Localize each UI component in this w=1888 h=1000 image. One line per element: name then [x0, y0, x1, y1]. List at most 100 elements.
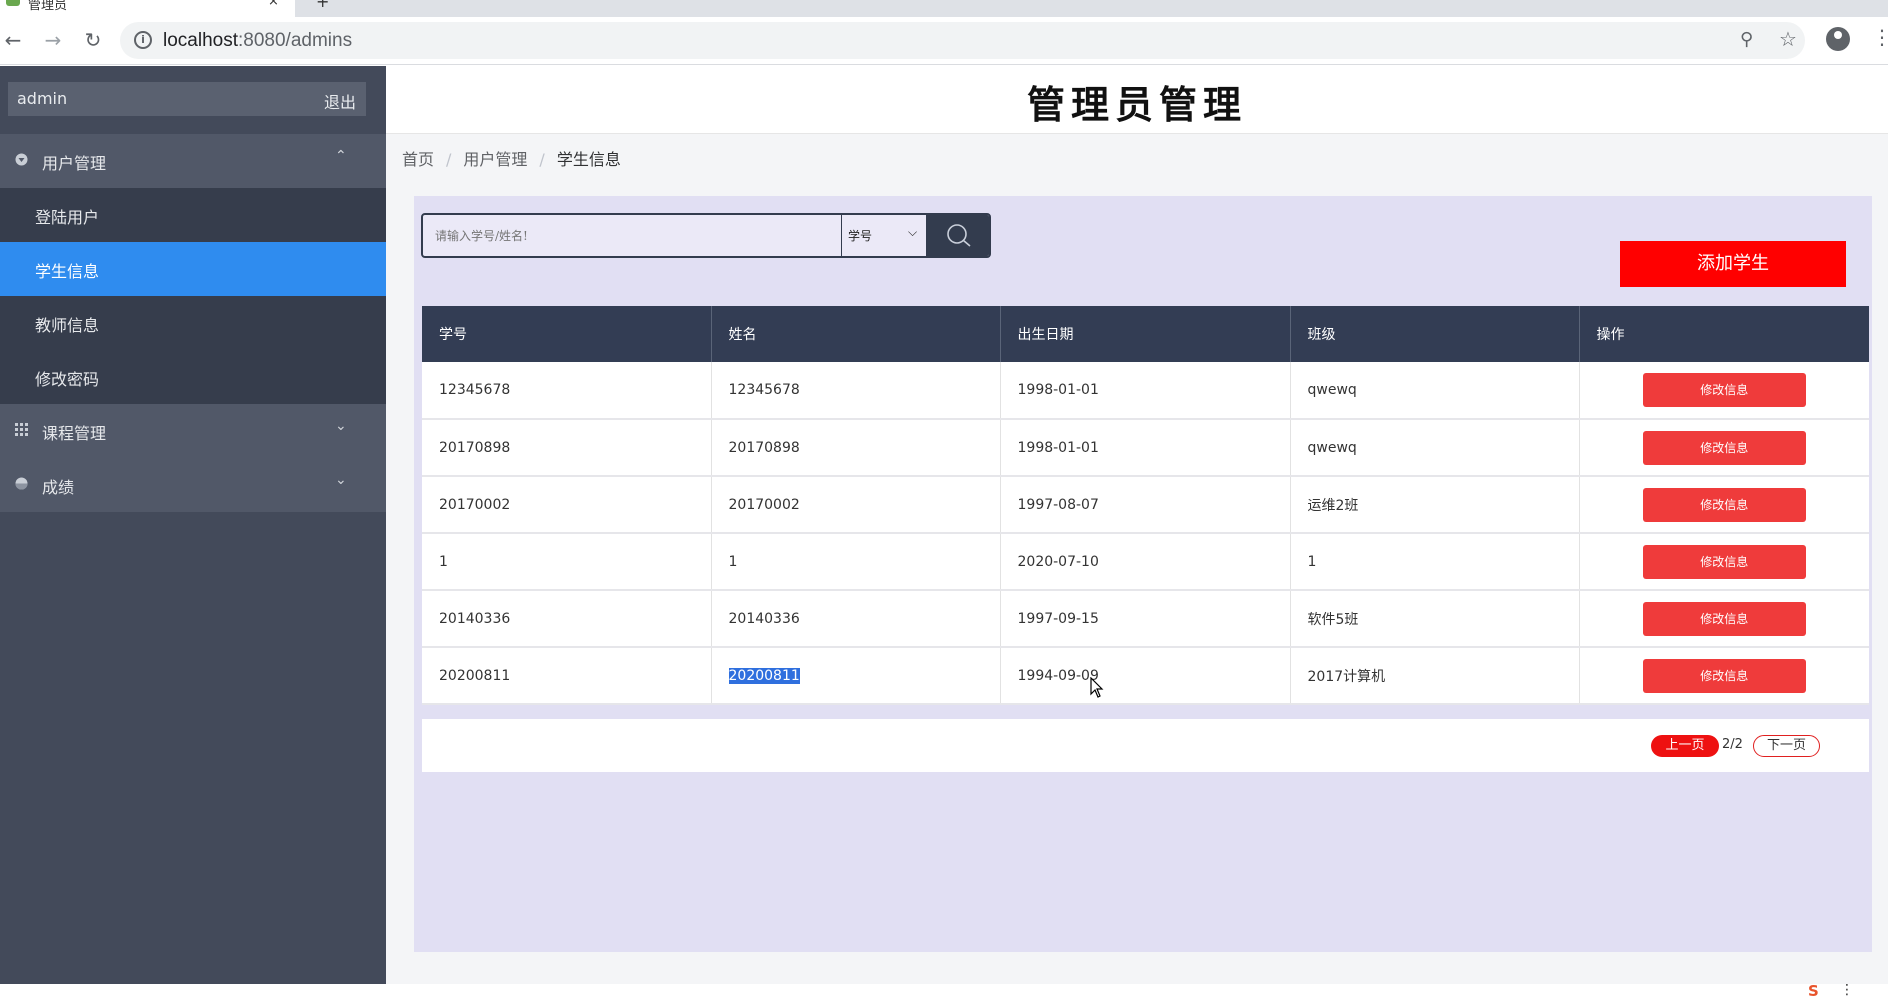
zoom-icon[interactable]: ⚲ [1740, 29, 1753, 50]
tray-menu-icon[interactable]: ⋮ [1840, 982, 1854, 998]
site-info-icon[interactable]: i [134, 31, 152, 49]
search-input[interactable] [423, 215, 841, 256]
browser-tab[interactable]: 管理员 × [0, 0, 295, 17]
pie-icon [15, 477, 28, 490]
reload-icon[interactable]: ↻ [80, 27, 106, 53]
logout-button[interactable]: 退出 [324, 89, 356, 113]
menu-group-course-management[interactable]: 课程管理 ⌄ [0, 404, 386, 458]
edit-info-button[interactable]: 修改信息 [1642, 544, 1806, 579]
pagination-bar: 上一页 2/2 下一页 [422, 719, 1869, 772]
search-bar: 学号 ⌵ [421, 213, 991, 258]
cell-class: qwewq [1290, 362, 1580, 420]
sidebar-item-student-info[interactable]: 学生信息 [0, 242, 386, 296]
cell-birthdate: 1998-01-01 [1000, 362, 1291, 420]
cell-name: 20170002 [711, 476, 1001, 534]
search-button[interactable] [926, 215, 989, 256]
page-header: 管理员管理 [386, 66, 1888, 134]
table-row: 20140336 20140336 1997-09-15 软件5班 修改信息 [422, 590, 1869, 648]
column-header-class: 班级 [1290, 306, 1580, 362]
cell-class: 软件5班 [1290, 590, 1580, 648]
search-icon [947, 224, 971, 247]
table-row: 1 1 2020-07-10 1 修改信息 [422, 533, 1869, 591]
cell-student-id: 12345678 [422, 362, 712, 420]
footer-strip [386, 984, 1888, 1000]
next-page-button[interactable]: 下一页 [1753, 735, 1820, 757]
favicon-icon [6, 0, 20, 6]
chevron-down-icon: ⌄ [335, 472, 347, 488]
cell-student-id: 1 [422, 533, 712, 591]
cell-actions: 修改信息 [1579, 476, 1869, 534]
cell-student-id: 20170898 [422, 419, 712, 477]
cell-birthdate: 1994-09-09 [1000, 647, 1291, 705]
caret-circle-icon [15, 153, 28, 166]
edit-info-button[interactable]: 修改信息 [1642, 430, 1806, 465]
cell-student-id: 20170002 [422, 476, 712, 534]
cell-name: 20200811 [711, 647, 1001, 705]
input-method-icon[interactable]: S [1808, 982, 1819, 1000]
new-tab-button[interactable]: + [316, 0, 329, 11]
sidebar-item-change-password[interactable]: 修改密码 [0, 350, 386, 404]
selected-text: 20200811 [728, 667, 800, 684]
chevron-down-icon: ⌄ [335, 418, 347, 434]
cell-birthdate: 1998-01-01 [1000, 419, 1291, 477]
cell-class: 1 [1290, 533, 1580, 591]
page-title: 管理员管理 [1026, 82, 1247, 127]
breadcrumb: 首页 / 用户管理 / 学生信息 [402, 146, 621, 170]
mouse-cursor-icon [1090, 677, 1104, 698]
address-bar[interactable]: i localhost:8080/admins ⚲ ☆ [120, 22, 1805, 59]
sidebar-item-label: 教师信息 [35, 316, 100, 335]
column-header-student-id: 学号 [422, 306, 712, 362]
table-header-row: 学号 姓名 出生日期 班级 操作 [422, 306, 1869, 362]
breadcrumb-user-management[interactable]: 用户管理 [463, 150, 527, 169]
browser-toolbar: ← → ↻ i localhost:8080/admins ⚲ ☆ ⋮ [0, 17, 1888, 65]
cell-name: 1 [711, 533, 1001, 591]
breadcrumb-separator: / [539, 150, 545, 169]
cell-birthdate: 1997-09-15 [1000, 590, 1291, 648]
menu-group-label: 用户管理 [42, 154, 107, 173]
tab-close-icon[interactable]: × [268, 0, 279, 9]
cell-birthdate: 1997-08-07 [1000, 476, 1291, 534]
cell-actions: 修改信息 [1579, 533, 1869, 591]
sidebar-item-login-users[interactable]: 登陆用户 [0, 188, 386, 242]
bookmark-star-icon[interactable]: ☆ [1779, 27, 1797, 51]
tab-title: 管理员 [28, 0, 68, 13]
page-indicator: 2/2 [1722, 737, 1743, 752]
prev-page-button[interactable]: 上一页 [1651, 735, 1719, 757]
window-minimize-button[interactable]: – [1812, 0, 1819, 6]
profile-icon[interactable] [1826, 27, 1850, 51]
add-student-button[interactable]: 添加学生 [1620, 241, 1846, 287]
forward-icon[interactable]: → [40, 27, 66, 53]
menu-group-label: 成绩 [42, 478, 75, 497]
edit-info-button[interactable]: 修改信息 [1642, 487, 1806, 522]
sidebar-item-label: 登陆用户 [35, 208, 100, 227]
main-content: 管理员管理 首页 / 用户管理 / 学生信息 学号 ⌵ 添加学生 [386, 66, 1888, 984]
cell-name: 12345678 [711, 362, 1001, 420]
cell-birthdate: 2020-07-10 [1000, 533, 1291, 591]
menu-group-grades[interactable]: 成绩 ⌄ [0, 458, 386, 512]
cell-actions: 修改信息 [1579, 362, 1869, 420]
breadcrumb-home[interactable]: 首页 [402, 150, 434, 169]
table-row: 20170002 20170002 1997-08-07 运维2班 修改信息 [422, 476, 1869, 534]
table-row: 20200811 20200811 1994-09-09 2017计算机 修改信… [422, 647, 1869, 705]
student-table: 学号 姓名 出生日期 班级 操作 12345678 12345678 1998-… [422, 306, 1869, 705]
content-panel: 学号 ⌵ 添加学生 学号 姓名 出生日期 班级 操作 [414, 196, 1872, 952]
cell-actions: 修改信息 [1579, 647, 1869, 705]
cell-student-id: 20140336 [422, 590, 712, 648]
search-field-select[interactable]: 学号 ⌵ [841, 215, 926, 256]
username: admin [17, 89, 68, 108]
cell-student-id: 20200811 [422, 647, 712, 705]
url-text[interactable]: localhost:8080/admins [163, 30, 352, 52]
grid-icon [15, 423, 28, 436]
cell-class: qwewq [1290, 419, 1580, 477]
column-header-actions: 操作 [1579, 306, 1869, 362]
edit-info-button[interactable]: 修改信息 [1642, 658, 1806, 693]
column-header-birthdate: 出生日期 [1000, 306, 1291, 362]
sidebar-item-teacher-info[interactable]: 教师信息 [0, 296, 386, 350]
back-icon[interactable]: ← [0, 27, 26, 53]
edit-info-button[interactable]: 修改信息 [1642, 601, 1806, 636]
browser-menu-icon[interactable]: ⋮ [1872, 25, 1888, 49]
sidebar-item-label: 修改密码 [35, 370, 100, 389]
cell-actions: 修改信息 [1579, 590, 1869, 648]
edit-info-button[interactable]: 修改信息 [1642, 373, 1806, 407]
menu-group-user-management[interactable]: 用户管理 ⌃ [0, 134, 386, 188]
